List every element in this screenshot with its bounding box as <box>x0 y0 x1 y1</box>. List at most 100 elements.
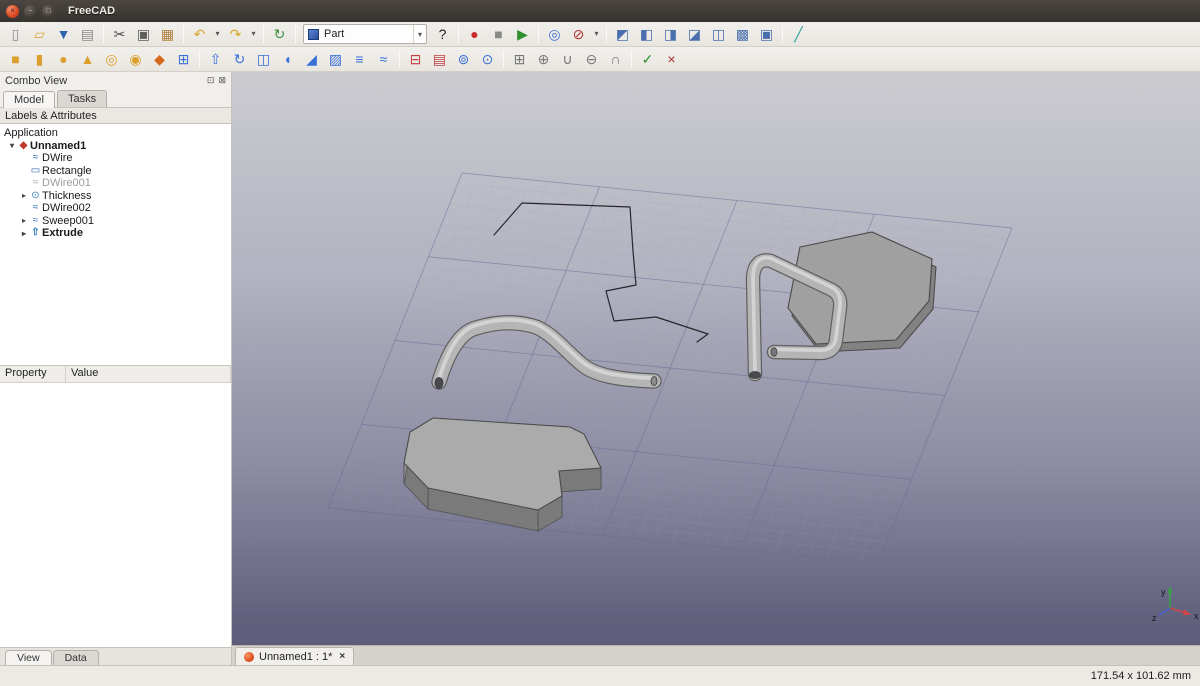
tab-data[interactable]: Data <box>53 650 99 665</box>
copy-button[interactable]: ▣ <box>132 23 155 45</box>
print-button[interactable]: ▤ <box>76 23 99 45</box>
part-fillet-button[interactable]: ◖ <box>276 48 299 70</box>
refresh-button[interactable]: ↻ <box>268 23 291 45</box>
part-sphere-button[interactable]: ● <box>52 48 75 70</box>
draw-style-button[interactable]: ⊘ <box>567 23 590 45</box>
whats-this-button[interactable]: ? <box>431 23 454 45</box>
redo-button[interactable]: ↷ <box>224 23 247 45</box>
workbench-selector[interactable]: Part ▾ <box>303 24 427 44</box>
part-cross-sections-button[interactable]: ▤ <box>428 48 451 70</box>
property-column-header[interactable]: Property <box>0 366 66 382</box>
part-boolean-button[interactable]: ⊕ <box>532 48 555 70</box>
tree-item-extrude[interactable]: ▸⇧Extrude <box>0 227 231 240</box>
view-top-button[interactable]: ◨ <box>659 23 682 45</box>
view-right-button[interactable]: ◪ <box>683 23 706 45</box>
part-revolve-button[interactable]: ↻ <box>228 48 251 70</box>
tree-expand-icon[interactable]: ▸ <box>19 229 29 238</box>
chevron-down-icon[interactable]: ▾ <box>413 25 422 43</box>
svg-text:x: x <box>1194 611 1199 621</box>
tab-model[interactable]: Model <box>3 91 55 108</box>
tree-expand-icon[interactable]: ▾ <box>7 141 17 150</box>
model-tree[interactable]: Application▾◆Unnamed1≈DWire▭Rectangle≈DW… <box>0 124 231 366</box>
part-loft-button[interactable]: ≡ <box>348 48 371 70</box>
part-shape-builder-button[interactable]: ⊞ <box>172 48 195 70</box>
part-mirror-icon: ◫ <box>257 52 270 66</box>
tree-item-rectangle[interactable]: ▭Rectangle <box>0 165 231 178</box>
bent-tube[interactable] <box>435 320 657 389</box>
float-panel-icon[interactable]: ⊡ <box>207 75 215 86</box>
tree-item-dwire001[interactable]: ≈DWire001 <box>0 177 231 190</box>
extruded-solid[interactable] <box>404 418 601 531</box>
window-maximize-button[interactable]: □ <box>42 5 55 18</box>
undo-menu-button[interactable]: ▾ <box>212 23 223 45</box>
window-minimize-button[interactable]: − <box>24 5 37 18</box>
part-union-button[interactable]: ∪ <box>556 48 579 70</box>
cut-button[interactable]: ✂ <box>108 23 131 45</box>
tree-item-dwire002[interactable]: ≈DWire002 <box>0 202 231 215</box>
tree-item-thickness[interactable]: ▸⊙Thickness <box>0 190 231 203</box>
part-defeaturing-icon: × <box>667 52 675 66</box>
property-table-body[interactable] <box>0 383 231 647</box>
document-tab-close-icon[interactable]: × <box>339 651 345 662</box>
part-mirror-button[interactable]: ◫ <box>252 48 275 70</box>
part-cone-button[interactable]: ▲ <box>76 48 99 70</box>
save-document-button[interactable]: ▼ <box>52 23 75 45</box>
view-bottom-button[interactable]: ▩ <box>731 23 754 45</box>
property-view-tabs: View Data <box>0 647 231 665</box>
part-section-button[interactable]: ⊟ <box>404 48 427 70</box>
view-rear-button[interactable]: ◫ <box>707 23 730 45</box>
macro-record-button[interactable]: ● <box>463 23 486 45</box>
3d-viewport[interactable]: xyz <box>232 72 1200 645</box>
part-chamfer-button[interactable]: ◢ <box>300 48 323 70</box>
viewport-canvas[interactable]: xyz <box>232 72 1200 645</box>
close-panel-icon[interactable]: ⊠ <box>218 75 226 86</box>
undo-button[interactable]: ↶ <box>188 23 211 45</box>
tab-view[interactable]: View <box>5 650 52 665</box>
open-document-button[interactable]: ▱ <box>28 23 51 45</box>
macro-stop-button[interactable]: ■ <box>487 23 510 45</box>
tree-item-unnamed1[interactable]: ▾◆Unnamed1 <box>0 140 231 153</box>
tab-tasks[interactable]: Tasks <box>57 90 107 107</box>
tree-item-dwire[interactable]: ≈DWire <box>0 152 231 165</box>
document-tab[interactable]: Unnamed1 : 1* × <box>235 647 354 665</box>
part-create-primitives-button[interactable]: ◆ <box>148 48 171 70</box>
view-left-button[interactable]: ▣ <box>755 23 778 45</box>
measure-distance-button[interactable]: ╱ <box>787 23 810 45</box>
value-column-header[interactable]: Value <box>66 366 231 382</box>
part-torus-button[interactable]: ◎ <box>100 48 123 70</box>
macro-execute-button[interactable]: ▶ <box>511 23 534 45</box>
part-check-geometry-button[interactable]: ✓ <box>636 48 659 70</box>
tree-expand-icon[interactable]: ▸ <box>19 191 29 200</box>
redo-icon: ↷ <box>230 27 242 41</box>
part-box-button[interactable]: ■ <box>4 48 27 70</box>
part-offset-button[interactable]: ⊚ <box>452 48 475 70</box>
part-common-button[interactable]: ∩ <box>604 48 627 70</box>
part-cut-button[interactable]: ⊖ <box>580 48 603 70</box>
view-right-icon: ◪ <box>688 27 701 41</box>
part-compound-button[interactable]: ⊞ <box>508 48 531 70</box>
tree-expand-icon[interactable]: ▸ <box>19 216 29 225</box>
axes-indicator[interactable]: xyz <box>1152 586 1199 623</box>
view-front-button[interactable]: ◧ <box>635 23 658 45</box>
tree-item-sweep001[interactable]: ▸≈Sweep001 <box>0 215 231 228</box>
part-ruled-surface-button[interactable]: ▨ <box>324 48 347 70</box>
tree-item-label: DWire001 <box>42 177 91 189</box>
part-thickness-button[interactable]: ⊙ <box>476 48 499 70</box>
redo-menu-button[interactable]: ▾ <box>248 23 259 45</box>
part-defeaturing-button[interactable]: × <box>660 48 683 70</box>
part-cylinder-button[interactable]: ▮ <box>28 48 51 70</box>
part-tube-button[interactable]: ◉ <box>124 48 147 70</box>
view-isometric-button[interactable]: ◩ <box>611 23 634 45</box>
window-close-button[interactable]: × <box>6 5 19 18</box>
part-sweep-button[interactable]: ≈ <box>372 48 395 70</box>
draw-style-menu-button[interactable]: ▾ <box>591 23 602 45</box>
toolbar-separator <box>458 25 459 43</box>
view-isometric-icon: ◩ <box>616 27 629 41</box>
tree-item-application[interactable]: Application <box>0 127 231 140</box>
paste-button[interactable]: ▦ <box>156 23 179 45</box>
part-extrude-button[interactable]: ⇧ <box>204 48 227 70</box>
tree-item-label: Thickness <box>42 190 92 202</box>
zoom-fit-all-button[interactable]: ◎ <box>543 23 566 45</box>
new-document-button[interactable]: ▯ <box>4 23 27 45</box>
rectangle-icon: ▭ <box>29 166 42 176</box>
